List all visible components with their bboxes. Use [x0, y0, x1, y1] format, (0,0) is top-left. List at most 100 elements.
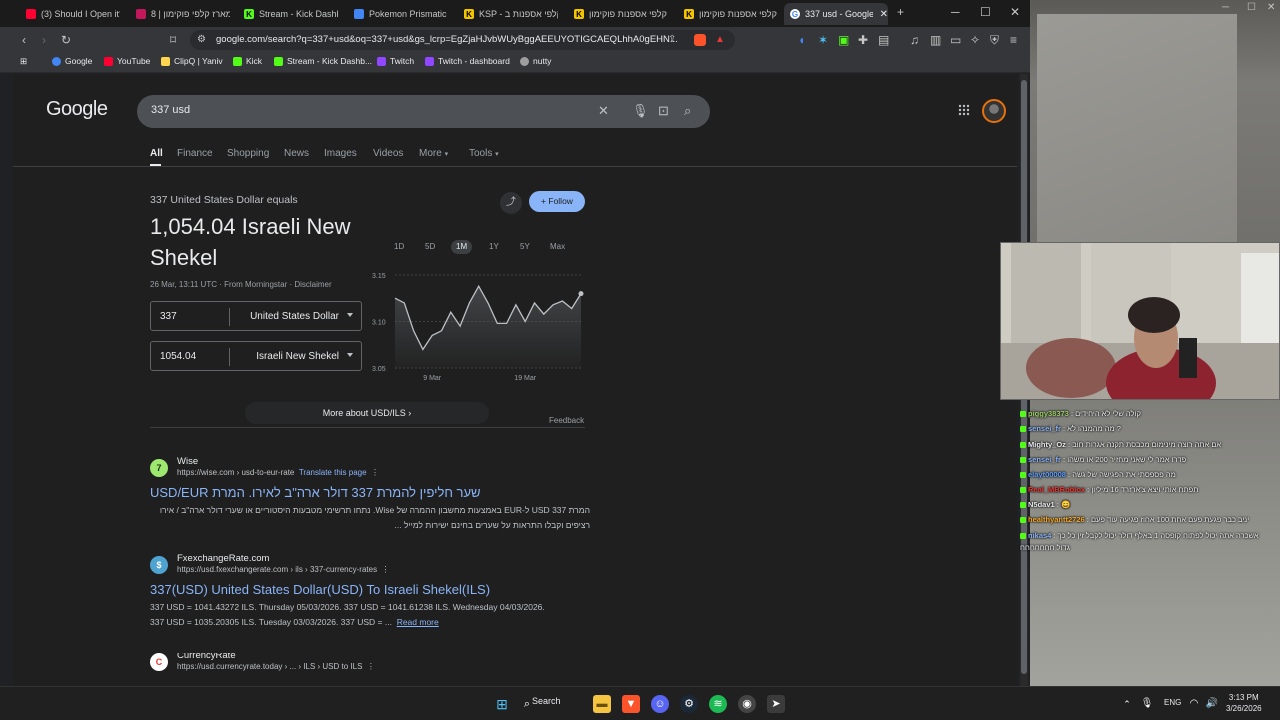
- from-currency-select[interactable]: United States Dollar: [250, 311, 339, 322]
- app-icon[interactable]: ➤: [767, 695, 785, 713]
- bookmark-twitch[interactable]: Twitch: [377, 56, 414, 66]
- range-1y[interactable]: 1Y: [484, 240, 504, 254]
- maximize-icon[interactable]: ☐: [1247, 2, 1256, 13]
- sidebar-icon[interactable]: ▥: [930, 33, 941, 47]
- address-bar[interactable]: google.com/search?q=337+usd&oq=337+usd&g…: [190, 30, 735, 50]
- extension-icon[interactable]: ▤: [878, 33, 889, 47]
- bookmark-twitch-dashboard[interactable]: Twitch - dashboard: [425, 56, 510, 66]
- browser-tab[interactable]: Pokemon Prismatic E: [348, 3, 448, 25]
- discord-icon[interactable]: ☺: [651, 695, 669, 713]
- feedback-link[interactable]: Feedback: [549, 416, 584, 425]
- range-5y[interactable]: 5Y: [515, 240, 535, 254]
- to-amount-value[interactable]: 1054.04: [160, 351, 196, 362]
- back-icon[interactable]: ‹: [22, 33, 26, 47]
- language-indicator[interactable]: ENG: [1164, 698, 1181, 707]
- translate-link[interactable]: Translate this page: [299, 468, 367, 477]
- to-currency-select[interactable]: Israeli New Shekel: [256, 351, 339, 362]
- more-options-icon[interactable]: ⋮: [371, 468, 379, 477]
- bookmark-icon[interactable]: ⌑: [170, 33, 176, 47]
- minimize-icon[interactable]: ─: [1222, 2, 1229, 13]
- tab-finance[interactable]: Finance: [177, 148, 213, 159]
- exchange-rate-chart[interactable]: 3.15 3.10 3.05 9 Mar 19 Mar: [368, 263, 588, 388]
- brave-shield-icon[interactable]: [694, 34, 706, 46]
- close-window-icon[interactable]: ✕: [1267, 2, 1275, 13]
- forward-icon[interactable]: ›: [42, 33, 46, 47]
- to-amount-field[interactable]: 1054.04 Israeli New Shekel: [150, 341, 362, 371]
- close-tab-icon[interactable]: ✕: [880, 9, 888, 20]
- more-options-icon[interactable]: ⋮: [367, 662, 375, 671]
- bookmark-youtube[interactable]: YouTube: [104, 56, 150, 66]
- result-url[interactable]: https://usd.fxexchangerate.com › ils › 3…: [177, 565, 390, 574]
- browser-tab[interactable]: K Stream - Kick Dashbo: [238, 3, 338, 25]
- tab-images[interactable]: Images: [324, 148, 357, 159]
- more-options-icon[interactable]: ⋮: [382, 565, 390, 574]
- bookmark-kick[interactable]: Kick: [233, 56, 262, 66]
- extension-icon[interactable]: ◖: [798, 33, 805, 47]
- result-title[interactable]: שער חליפין להמרת 337 דולר ארה"ב לאירו. ה…: [150, 485, 481, 500]
- caret-down-icon[interactable]: [347, 353, 353, 357]
- result-url[interactable]: https://usd.currencyrate.today › ... › I…: [177, 662, 375, 671]
- range-max[interactable]: Max: [545, 240, 570, 254]
- google-logo[interactable]: Google: [46, 98, 108, 121]
- clear-icon[interactable]: ✕: [598, 103, 609, 119]
- browser-tab[interactable]: K KSP - קלפי אספנות ב: [458, 3, 558, 25]
- bookmark-nutty[interactable]: nutty: [520, 56, 551, 66]
- browser-tab[interactable]: מארז קלפי פוקימון | 8: [130, 3, 230, 25]
- microphone-icon[interactable]: 🎙: [632, 103, 649, 119]
- extension-icon[interactable]: ✶: [818, 33, 828, 47]
- result-url[interactable]: https://wise.com › usd-to-eur-rate Trans…: [177, 468, 379, 477]
- volume-icon[interactable]: 🔊: [1203, 695, 1221, 713]
- extension-icon[interactable]: ▣: [838, 33, 849, 47]
- search-icon[interactable]: ⌕: [684, 103, 691, 119]
- obs-icon[interactable]: ◉: [738, 695, 756, 713]
- file-explorer-icon[interactable]: ▬: [593, 695, 611, 713]
- spotify-icon[interactable]: ≋: [709, 695, 727, 713]
- wallet-icon[interactable]: ▭: [950, 33, 961, 47]
- range-1d[interactable]: 1D: [389, 240, 409, 254]
- browser-tab[interactable]: K קלפי אספנות פוקימון: [678, 3, 778, 25]
- browser-tab[interactable]: K קלפי אספנות פוקימון: [568, 3, 668, 25]
- tab-shopping[interactable]: Shopping: [227, 148, 269, 159]
- browser-tab-active[interactable]: G 337 usd - Google ✕: [784, 3, 888, 25]
- tab-news[interactable]: News: [284, 148, 309, 159]
- result-title[interactable]: 337(USD) United States Dollar(USD) To Is…: [150, 582, 490, 597]
- google-apps-icon[interactable]: [958, 104, 970, 116]
- microphone-icon[interactable]: 🎙: [1138, 695, 1156, 713]
- apps-grid-icon[interactable]: ⊞: [20, 56, 27, 67]
- clock[interactable]: 3:13 PM 3/26/2026: [1226, 692, 1262, 714]
- bookmark-clipq[interactable]: ClipQ | Yaniv: [161, 56, 223, 66]
- brave-icon[interactable]: ▼: [622, 695, 640, 713]
- tab-tools[interactable]: Tools ▾: [469, 148, 499, 159]
- camera-icon[interactable]: ⊡: [658, 103, 669, 119]
- share-icon[interactable]: ⇪: [668, 33, 676, 47]
- bookmark-kick-dashboard[interactable]: Stream - Kick Dashb...: [274, 56, 372, 66]
- vpn-icon[interactable]: ⛨: [990, 33, 999, 47]
- caret-down-icon[interactable]: [347, 313, 353, 317]
- tab-more[interactable]: More ▾: [419, 148, 448, 159]
- reload-icon[interactable]: ↻: [61, 33, 71, 47]
- wifi-icon[interactable]: ◠: [1185, 695, 1203, 713]
- from-amount-field[interactable]: 337 United States Dollar: [150, 301, 362, 331]
- close-window-icon[interactable]: ✕: [1010, 5, 1020, 19]
- browser-tab[interactable]: (3) Should I Open it?: [20, 3, 120, 25]
- steam-icon[interactable]: ⚙: [680, 695, 698, 713]
- leo-ai-icon[interactable]: ✧: [970, 33, 980, 47]
- tab-videos[interactable]: Videos: [373, 148, 403, 159]
- follow-button[interactable]: + Follow: [529, 191, 585, 212]
- tab-all[interactable]: All: [150, 148, 163, 159]
- share-button[interactable]: ⤴: [500, 192, 522, 214]
- music-icon[interactable]: ♫: [910, 33, 919, 47]
- new-tab-icon[interactable]: +: [897, 5, 904, 19]
- menu-icon[interactable]: ≡: [1010, 33, 1017, 47]
- chevron-up-icon[interactable]: ⌃: [1118, 695, 1136, 713]
- site-info-icon[interactable]: ⚙: [197, 33, 206, 47]
- read-more-link[interactable]: Read more: [397, 617, 439, 627]
- range-1m[interactable]: 1M: [451, 240, 473, 254]
- extensions-puzzle-icon[interactable]: ✚: [858, 33, 868, 47]
- taskbar-search-label[interactable]: Search: [532, 696, 561, 706]
- bookmark-google[interactable]: Google: [52, 56, 92, 66]
- rewards-icon[interactable]: ▲: [715, 33, 725, 47]
- range-5d[interactable]: 5D: [420, 240, 440, 254]
- more-about-button[interactable]: More about USD/ILS ›: [245, 402, 489, 424]
- from-amount-value[interactable]: 337: [160, 311, 177, 322]
